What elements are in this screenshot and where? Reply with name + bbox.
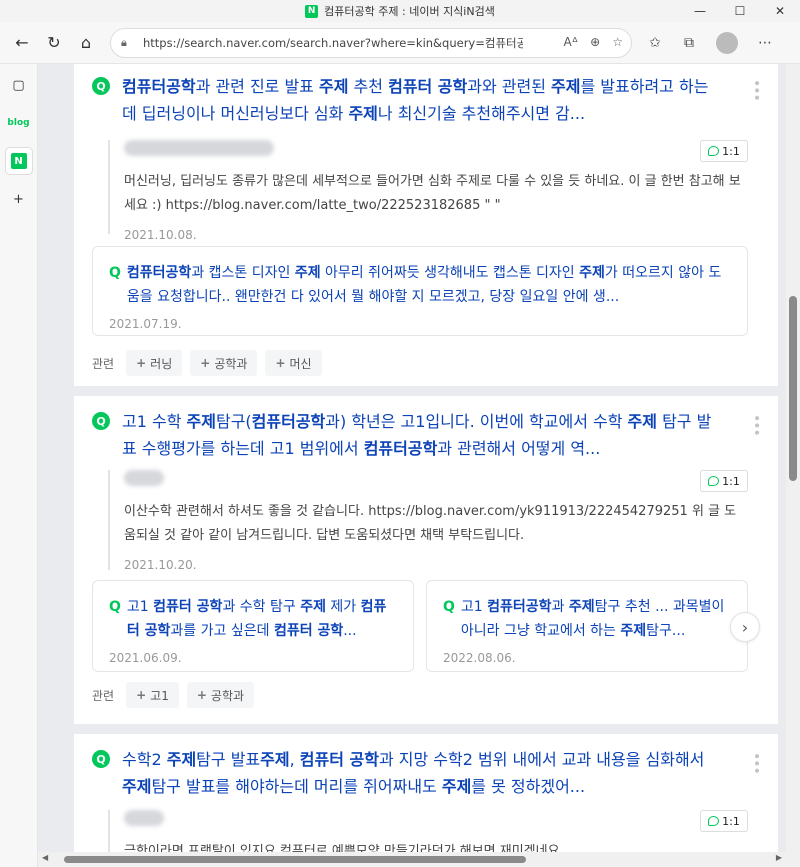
question-mark-icon: Q — [109, 265, 121, 281]
related-keywords: 관련 + 러닝 + 공학과 + 머신 — [92, 350, 322, 376]
question-icon: Q — [92, 77, 110, 95]
scroll-right-icon[interactable]: ▶ — [776, 853, 782, 862]
question-title[interactable]: Q 고1 수학 주제탐구(컴퓨터공학과) 학년은 고1입니다. 이번에 학교에서… — [92, 408, 722, 462]
question-title[interactable]: Q 수학2 주제탐구 발표주제, 컴퓨터 공학과 지망 수학2 범위 내에서 교… — [92, 746, 722, 800]
related-date: 2021.07.19. — [109, 317, 182, 331]
related-label: 관련 — [92, 688, 115, 703]
related-date: 2022.08.06. — [443, 651, 516, 665]
answer-block: 1:1 머신러닝, 딥러닝도 종류가 많은데 세부적으로 들어가면 심화 주제로… — [108, 140, 748, 242]
result-card: Q 컴퓨터공학과 관련 진로 발표 주제 추천 컴퓨터 공학과와 관련된 주제를… — [74, 64, 778, 386]
more-options-icon[interactable]: ••• — [748, 79, 764, 101]
chat-bubble-icon — [708, 816, 720, 826]
horizontal-scrollbar[interactable]: ◀ ▶ — [38, 852, 800, 867]
add-sidebar-icon[interactable]: + — [6, 186, 32, 212]
keyword-chip[interactable]: + 공학과 — [190, 350, 258, 376]
favorites-icon[interactable]: ✩ — [642, 30, 668, 56]
question-mark-icon: Q — [443, 599, 455, 615]
one-to-one-button[interactable]: 1:1 — [700, 140, 748, 162]
close-button[interactable]: ✕ — [760, 0, 800, 22]
collections-icon[interactable]: ⧉ — [676, 30, 702, 56]
naver-sidebar-icon[interactable]: N — [5, 148, 32, 174]
zoom-icon[interactable]: ⊕ — [590, 35, 600, 49]
answer-text[interactable]: 머신러닝, 딥러닝도 종류가 많은데 세부적으로 들어가면 심화 주제로 다룰 … — [124, 170, 744, 218]
related-label: 관련 — [92, 356, 115, 371]
keyword-chip[interactable]: + 공학과 — [186, 682, 255, 708]
window-title: 컴퓨터공학 주제 : 네이버 지식iN검색 — [324, 5, 495, 18]
question-mark-icon: Q — [109, 599, 121, 615]
refresh-icon[interactable]: ↻ — [38, 27, 70, 59]
keyword-chip[interactable]: + 고1 — [126, 682, 179, 708]
answer-text[interactable]: 이산수학 관련해서 하셔도 좋을 것 같습니다. https://blog.na… — [124, 500, 744, 548]
browser-toolbar: ← ↻ ⌂ 🔒︎ https://search.naver.com/search… — [0, 22, 800, 64]
home-icon[interactable]: ⌂ — [70, 27, 102, 59]
blurred-author — [124, 470, 164, 486]
result-card: Q 수학2 주제탐구 발표주제, 컴퓨터 공학과 지망 수학2 범위 내에서 교… — [74, 734, 778, 852]
answer-block: 1:1 극한이라면 프랙탈이 있지요 컴퓨터로 예쁜모양 만들기라던가 해보면 … — [108, 810, 748, 852]
more-options-icon[interactable]: ••• — [748, 752, 764, 774]
related-keywords: 관련 + 고1 + 공학과 — [92, 682, 255, 708]
scrollbar-thumb[interactable] — [64, 856, 526, 863]
blurred-author — [124, 810, 164, 826]
chat-bubble-icon — [708, 146, 720, 156]
scroll-left-icon[interactable]: ◀ — [42, 853, 48, 862]
vertical-scrollbar[interactable] — [786, 64, 800, 852]
browser-sidebar: ▢ blog N + — [0, 64, 38, 867]
result-card: Q 고1 수학 주제탐구(컴퓨터공학과) 학년은 고1입니다. 이번에 학교에서… — [74, 396, 778, 724]
answer-block: 1:1 이산수학 관련해서 하셔도 좋을 것 같습니다. https://blo… — [108, 470, 748, 572]
one-to-one-button[interactable]: 1:1 — [700, 470, 748, 492]
question-title[interactable]: Q 컴퓨터공학과 관련 진로 발표 주제 추천 컴퓨터 공학과와 관련된 주제를… — [92, 73, 722, 127]
read-aloud-icon[interactable]: A͏ᐞ — [563, 35, 578, 49]
keyword-chip[interactable]: + 머신 — [265, 350, 322, 376]
answer-date: 2021.10.08. — [124, 228, 197, 242]
blurred-author — [124, 140, 274, 156]
chevron-right-icon[interactable]: › — [730, 612, 760, 642]
minimize-button[interactable]: — — [680, 0, 720, 22]
naver-tab-icon: N — [305, 4, 319, 18]
maximize-button[interactable]: ☐ — [720, 0, 760, 22]
related-question-card[interactable]: Q 고1 컴퓨터공학과 주제탐구 추천 ... 과목별이아니라 그냥 학교에서 하… — [426, 580, 748, 672]
answer-text[interactable]: 극한이라면 프랙탈이 있지요 컴퓨터로 예쁜모양 만들기라던가 해보면 재미겠네… — [124, 840, 744, 852]
window-controls: — ☐ ✕ — [680, 0, 800, 22]
related-date: 2021.06.09. — [109, 651, 182, 665]
answer-date: 2021.10.20. — [124, 558, 197, 572]
related-question-card[interactable]: Q 고1 컴퓨터 공학과 수학 탐구 주제 제가 컴퓨터 공학과를 가고 싶은데 … — [92, 580, 414, 672]
profile-avatar[interactable] — [716, 31, 738, 54]
more-options-icon[interactable]: ••• — [748, 414, 764, 436]
window-titlebar: N 컴퓨터공학 주제 : 네이버 지식iN검색 — ☐ ✕ — [0, 0, 800, 22]
related-question-card[interactable]: Q 컴퓨터공학과 캡스톤 디자인 주제 아무리 쥐어짜듯 생각해내도 캡스톤 디자… — [92, 246, 748, 336]
question-icon: Q — [92, 750, 110, 768]
url-text[interactable]: https://search.naver.com/search.naver?wh… — [143, 35, 523, 51]
scrollbar-thumb[interactable] — [789, 296, 797, 481]
keyword-chip[interactable]: + 러닝 — [126, 350, 183, 376]
add-favorite-icon[interactable]: ☆ — [612, 35, 623, 49]
tab-actions-icon[interactable]: ▢ — [6, 72, 32, 98]
chat-bubble-icon — [708, 476, 720, 486]
one-to-one-button[interactable]: 1:1 — [700, 810, 748, 832]
question-icon: Q — [92, 412, 110, 430]
back-arrow-icon[interactable]: ← — [6, 27, 38, 59]
lock-icon[interactable]: 🔒︎ — [121, 36, 137, 50]
search-results: Q 컴퓨터공학과 관련 진로 발표 주제 추천 컴퓨터 공학과와 관련된 주제를… — [38, 64, 786, 852]
address-bar[interactable]: 🔒︎ https://search.naver.com/search.naver… — [110, 27, 632, 58]
more-icon[interactable]: ⋯ — [752, 30, 778, 56]
blog-icon[interactable]: blog — [6, 110, 32, 136]
